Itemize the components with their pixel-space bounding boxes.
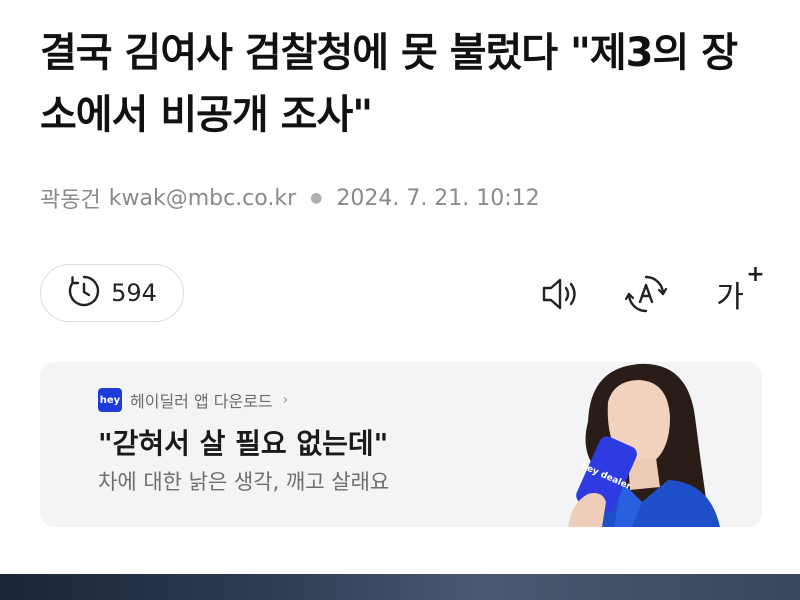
publish-datetime: 2024. 7. 21. 10:12 [336, 185, 540, 211]
author-email[interactable]: kwak@mbc.co.kr [109, 186, 296, 211]
article-headline: 결국 김여사 검찰청에 못 불렀다 "제3의 장소에서 비공개 조사" [40, 30, 738, 138]
ad-model-image: hey dealer [568, 363, 720, 527]
font-size-icon: 가 + [716, 262, 765, 315]
advertisement-banner[interactable]: hey 헤이딜러 앱 다운로드 › "갇혀서 살 필요 없는데" 차에 대한 낡… [40, 362, 762, 527]
ad-source-label: 헤이딜러 앱 다운로드 [130, 392, 273, 411]
font-size-button[interactable]: 가 + [708, 262, 765, 316]
chevron-right-icon: › [282, 392, 289, 408]
article-photo [0, 574, 800, 600]
ad-source-link[interactable]: hey 헤이딜러 앱 다운로드 › [98, 388, 288, 412]
plus-icon: + [746, 262, 765, 287]
heydealer-logo: hey [98, 388, 122, 412]
views-count: 594 [111, 279, 157, 307]
views-count-pill[interactable]: 594 [40, 264, 184, 322]
clock-icon [67, 274, 101, 312]
separator-dot: ● [310, 190, 323, 206]
ad-subtext: 차에 대한 낡은 생각, 깨고 살래요 [98, 470, 390, 494]
translate-icon[interactable] [624, 272, 668, 316]
article-toolbar: 594 가 + [40, 262, 765, 324]
author-name[interactable]: 곽동건 [40, 182, 101, 214]
ad-headline: "갇혀서 살 필요 없는데" [98, 427, 389, 460]
speaker-icon[interactable] [538, 272, 582, 316]
article-byline: 곽동건 kwak@mbc.co.kr ● 2024. 7. 21. 10:12 [40, 182, 540, 214]
